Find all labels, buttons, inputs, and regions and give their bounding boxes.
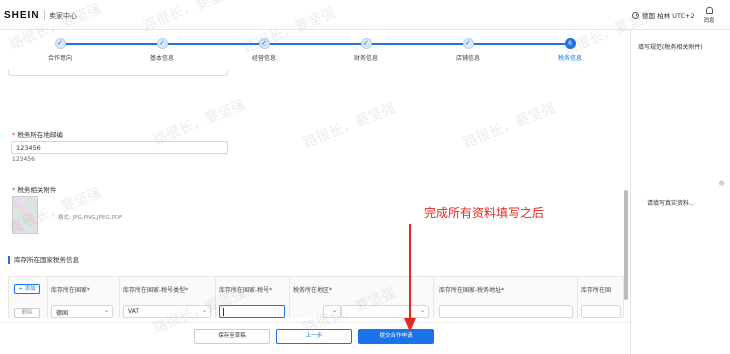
step-5[interactable]: ✓ 店铺信息 — [438, 38, 498, 62]
step-label: 基本信息 — [149, 55, 174, 62]
region-select-a[interactable]: ⌄ — [323, 305, 341, 318]
step-2[interactable]: ✓ 基本信息 — [132, 38, 192, 62]
column-divider — [47, 277, 48, 318]
tax-address-input[interactable] — [439, 305, 573, 318]
warehouse-tax-section: 库存所在国家税务信息 + 添加 删除 库存所在国家* 库存所在国家-税号类型* … — [8, 256, 624, 318]
form-content: * 税务所在地邮编 123456 123456 * 税务相关附件 格式: JPG… — [8, 70, 624, 318]
extra-input[interactable] — [581, 305, 621, 318]
column-header: 库存所在国 — [581, 287, 612, 294]
postcode-input[interactable]: 123456 — [11, 141, 228, 154]
column-header: 库存所在国家-税务地址* — [439, 287, 505, 294]
step-check-icon: ✓ — [462, 38, 474, 49]
attachment-thumbnail[interactable] — [12, 196, 38, 234]
step-3[interactable]: ✓ 经营信息 — [234, 38, 294, 62]
step-4[interactable]: ✓ 财务信息 — [336, 38, 396, 62]
step-label: 经营信息 — [251, 55, 276, 62]
guidelines-tip: 请填写真实资料... — [647, 200, 695, 207]
chevron-down-icon: ⌄ — [331, 307, 337, 314]
step-check-icon: ✓ — [54, 38, 66, 49]
main-panel: ✓ 合作意向 ✓ 基本信息 ✓ 经营信息 ✓ 财务信息 ✓ 店铺信息 6 税务信… — [0, 30, 630, 354]
tax-number-input[interactable] — [219, 305, 285, 318]
step-number-badge: 6 — [564, 38, 576, 49]
warehouse-tax-table: + 添加 删除 库存所在国家* 库存所在国家-税号类型* 库存所在国家-税号* … — [8, 276, 624, 318]
column-header: 库存所在国家* — [51, 287, 91, 294]
column-header: 库存所在国家-税号* — [219, 287, 273, 294]
add-row-button[interactable]: + 添加 — [14, 284, 40, 294]
seller-center-title: 卖家中心 — [49, 12, 77, 20]
clock-icon — [632, 11, 639, 19]
timezone-label: 德国 柏林 UTC+2 — [642, 12, 695, 20]
postcode-label: * 税务所在地邮编 — [12, 131, 63, 139]
text-caret — [223, 308, 224, 316]
header-divider — [44, 10, 45, 20]
chevron-down-icon: ⌄ — [103, 307, 109, 314]
step-check-icon: ✓ — [156, 38, 168, 49]
attachment-label: * 税务相关附件 — [12, 186, 57, 194]
step-label: 税务信息 — [557, 55, 582, 62]
step-6[interactable]: 6 税务信息 — [540, 38, 600, 62]
tax-type-select[interactable]: VAT ⌄ — [123, 305, 211, 318]
step-1[interactable]: ✓ 合作意向 — [30, 38, 90, 62]
column-header: 库存所在国家-税号类型* — [123, 287, 189, 294]
step-check-icon: ✓ — [258, 38, 270, 49]
progress-steps: ✓ 合作意向 ✓ 基本信息 ✓ 经营信息 ✓ 财务信息 ✓ 店铺信息 6 税务信… — [0, 30, 630, 66]
messages-button[interactable]: 消息 — [701, 7, 717, 24]
delete-row-button[interactable]: 删除 — [14, 308, 40, 318]
section-title: 库存所在国家税务信息 — [8, 256, 624, 264]
column-divider — [433, 277, 434, 318]
lightbulb-icon: ☼ — [718, 179, 726, 188]
step-label: 财务信息 — [353, 55, 378, 62]
guidelines-panel: 填写规范(税务相关附件) ☼ 请填写真实资料... — [630, 30, 730, 354]
shein-logo[interactable]: SHEIN — [4, 10, 40, 21]
column-divider — [119, 277, 120, 318]
guidelines-title: 填写规范(税务相关附件) — [638, 44, 703, 51]
column-divider — [215, 277, 216, 318]
previous-button[interactable]: 上一步 — [276, 329, 352, 344]
footer-actions: 保存至草稿 上一步 提交合作申请 — [0, 322, 630, 354]
country-value: 德国 — [56, 310, 69, 317]
timezone-selector[interactable]: 德国 柏林 UTC+2 — [632, 10, 695, 20]
annotation-arrow-icon — [404, 224, 416, 332]
step-label: 店铺信息 — [455, 55, 480, 62]
country-select[interactable]: 德国 ⌄ — [51, 305, 113, 318]
top-bar: SHEIN 卖家中心 德国 柏林 UTC+2 消息 — [0, 0, 730, 30]
column-divider — [577, 277, 578, 318]
tax-type-value: VAT — [128, 308, 140, 315]
save-draft-button[interactable]: 保存至草稿 — [194, 329, 270, 344]
step-check-icon: ✓ — [360, 38, 372, 49]
column-header: 税务所在地区* — [293, 287, 333, 294]
postcode-echo: 123456 — [12, 156, 35, 163]
messages-label: 消息 — [703, 18, 715, 24]
step-label: 合作意向 — [47, 55, 72, 62]
previous-field-edge — [8, 70, 228, 76]
vertical-scrollbar[interactable] — [624, 190, 628, 300]
annotation-text: 完成所有资料填写之后 — [424, 206, 545, 220]
attachment-formats: 格式: JPG,PNG,JPEG,PDF — [58, 215, 123, 221]
bell-icon — [705, 7, 713, 14]
chevron-down-icon: ⌄ — [201, 307, 207, 314]
column-divider — [289, 277, 290, 318]
